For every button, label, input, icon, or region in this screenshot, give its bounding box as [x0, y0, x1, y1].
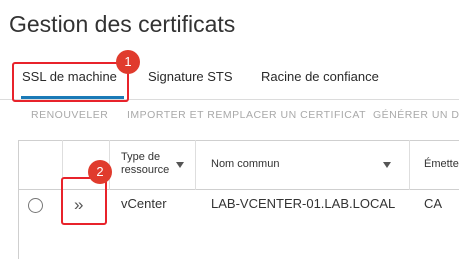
row-select-radio[interactable] — [28, 198, 43, 213]
cell-resource-type: vCenter — [121, 196, 167, 211]
column-divider — [195, 140, 196, 190]
annotation-highlight-expand — [61, 177, 107, 225]
tab-sts-signing[interactable]: Signature STS — [148, 69, 233, 84]
import-replace-button[interactable]: IMPORTER ET REMPLACER UN CERTIFICAT — [127, 109, 366, 121]
annotation-badge-2: 2 — [88, 160, 112, 184]
header-resource-type-line1: Type de — [121, 151, 161, 163]
tab-trusted-root[interactable]: Racine de confiance — [261, 69, 379, 84]
generate-csr-button[interactable]: GÉNÉRER UN D — [373, 109, 459, 121]
cell-common-name: LAB-VCENTER-01.LAB.LOCAL — [211, 196, 396, 211]
page-title: Gestion des certificats — [9, 11, 236, 37]
annotation-highlight-tab — [12, 62, 129, 102]
header-issuer: Émette — [424, 158, 459, 170]
cell-issuer: CA — [424, 196, 443, 211]
renew-button[interactable]: RENOUVELER — [31, 109, 108, 121]
header-resource-type-line2: ressource — [121, 164, 170, 176]
column-divider — [409, 140, 410, 190]
filter-icon[interactable] — [176, 162, 184, 168]
header-common-name: Nom commun — [211, 158, 280, 170]
annotation-badge-1: 1 — [116, 50, 140, 74]
filter-icon[interactable] — [383, 162, 391, 168]
